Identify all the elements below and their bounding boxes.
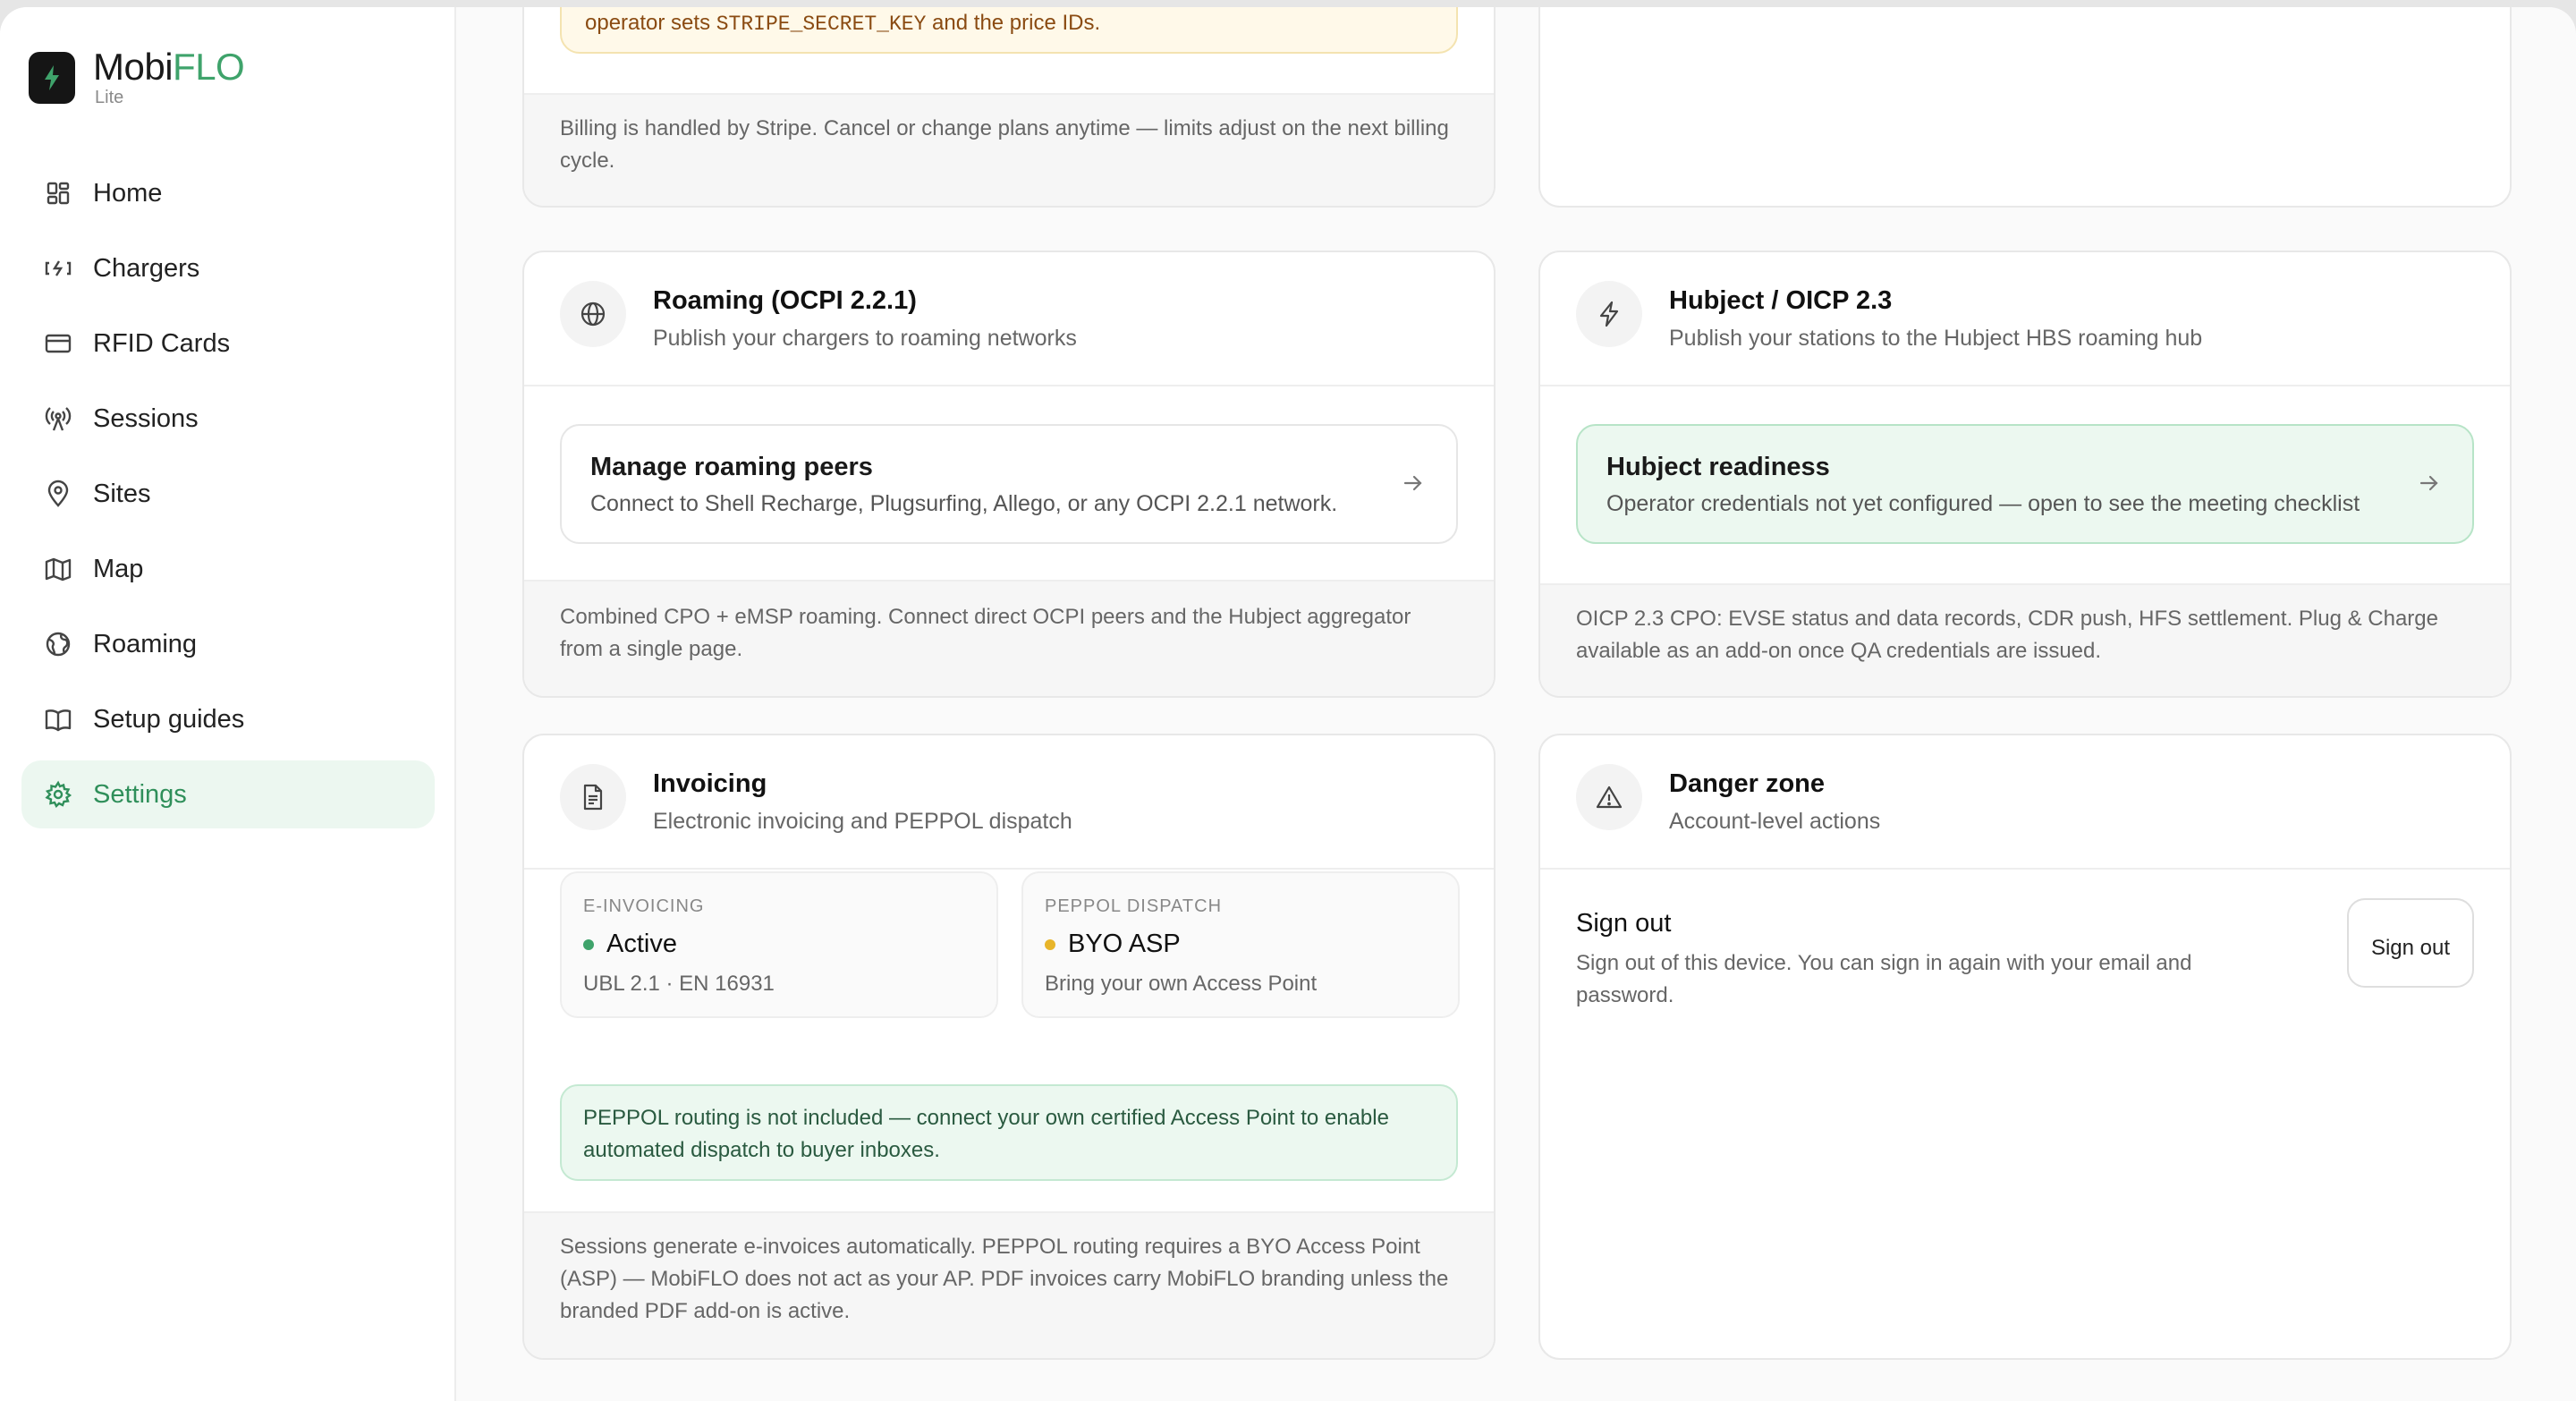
hubject-title: Hubject / OICP 2.3 <box>1669 286 1893 315</box>
sign-out-description: Sign out of this device. You can sign in… <box>1576 951 2192 1007</box>
invoicing-card: Invoicing Electronic invoicing and PEPPO… <box>522 734 1496 1360</box>
hubject-readiness-link[interactable]: Hubject readiness Operator credentials n… <box>1576 424 2474 544</box>
sidebar-item-roaming[interactable]: Roaming <box>21 610 435 678</box>
sidebar-item-setup-guides[interactable]: Setup guides <box>21 685 435 753</box>
warning-icon <box>1576 764 1642 830</box>
sidebar-item-rfid-cards[interactable]: RFID Cards <box>21 310 435 378</box>
brand-name: MobiFLO <box>93 46 245 88</box>
globe-icon <box>41 627 75 661</box>
link-title: Hubject readiness <box>1606 453 1830 481</box>
peppol-sub: Bring your own Access Point <box>1045 972 1318 996</box>
sign-out-title: Sign out <box>1576 909 1672 938</box>
hubject-header: Hubject / OICP 2.3 Publish your stations… <box>1540 252 2510 386</box>
bolt-icon <box>1576 281 1642 347</box>
stripe-config-note: operator sets STRIPE_SECRET_KEY and the … <box>560 7 1458 54</box>
brand[interactable]: MobiFLO Lite <box>29 45 245 108</box>
arrow-right-icon <box>1401 471 1426 500</box>
invoicing-header: Invoicing Electronic invoicing and PEPPO… <box>524 735 1494 870</box>
sidebar-item-sessions[interactable]: Sessions <box>21 385 435 453</box>
link-subtitle: Operator credentials not yet configured … <box>1606 491 2360 516</box>
hubject-subtitle: Publish your stations to the Hubject HBS… <box>1669 326 2203 351</box>
danger-zone-title: Danger zone <box>1669 769 1826 798</box>
arrow-right-icon <box>2417 471 2442 500</box>
e-invoicing-label: E-INVOICING <box>583 896 705 916</box>
sidebar-item-label: Sites <box>93 479 151 508</box>
broadcast-icon <box>41 402 75 436</box>
sidebar-item-settings[interactable]: Settings <box>21 760 435 828</box>
peppol-label: PEPPOL DISPATCH <box>1045 896 1223 916</box>
peppol-notice: PEPPOL routing is not included — connect… <box>560 1084 1458 1181</box>
peppol-value: BYO ASP <box>1068 930 1181 958</box>
invoicing-title: Invoicing <box>653 769 767 798</box>
stripe-key-code: STRIPE_SECRET_KEY <box>716 13 927 36</box>
peppol-dispatch-status: PEPPOL DISPATCH BYO ASP Bring your own A… <box>1021 871 1460 1018</box>
link-subtitle: Connect to Shell Recharge, Plugsurfing, … <box>590 491 1338 516</box>
sidebar-item-label: Home <box>93 178 163 208</box>
e-invoicing-standard: UBL 2.1 · EN 16931 <box>583 972 775 996</box>
charger-icon <box>41 251 75 285</box>
sign-out-button[interactable]: Sign out <box>2347 898 2474 988</box>
dashboard-icon <box>41 176 75 210</box>
danger-zone-subtitle: Account-level actions <box>1669 809 1881 834</box>
map-icon <box>41 552 75 586</box>
roaming-subtitle: Publish your chargers to roaming network… <box>653 326 1077 351</box>
sign-out-row: Sign out Sign out of this device. You ca… <box>1576 898 2474 1012</box>
roaming-card: Roaming (OCPI 2.2.1) Publish your charge… <box>522 250 1496 698</box>
sidebar-item-sites[interactable]: Sites <box>21 460 435 528</box>
sidebar-item-map[interactable]: Map <box>21 535 435 603</box>
brand-tier: Lite <box>95 88 124 107</box>
document-icon <box>560 764 626 830</box>
billing-card: operator sets STRIPE_SECRET_KEY and the … <box>522 7 1496 208</box>
roaming-footer: Combined CPO + eMSP roaming. Connect dir… <box>524 580 1494 696</box>
sidebar-item-label: Setup guides <box>93 704 245 734</box>
sidebar-item-home[interactable]: Home <box>21 159 435 227</box>
billing-footer: Billing is handled by Stripe. Cancel or … <box>524 93 1494 206</box>
sidebar-item-label: Settings <box>93 779 187 809</box>
invoicing-subtitle: Electronic invoicing and PEPPOL dispatch <box>653 809 1072 834</box>
manage-roaming-peers-link[interactable]: Manage roaming peers Connect to Shell Re… <box>560 424 1458 544</box>
logo-icon <box>29 52 75 104</box>
invoicing-footer: Sessions generate e-invoices automatical… <box>524 1211 1494 1358</box>
card-icon <box>41 327 75 361</box>
app-window: MobiFLO Lite Home Chargers RFID Cards Se… <box>0 7 2576 1401</box>
sidebar-item-label: Sessions <box>93 403 199 433</box>
sidebar-item-chargers[interactable]: Chargers <box>21 234 435 302</box>
hubject-card: Hubject / OICP 2.3 Publish your stations… <box>1538 250 2512 698</box>
sidebar-item-label: RFID Cards <box>93 328 231 358</box>
gear-icon <box>41 777 75 811</box>
danger-zone-card: Danger zone Account-level actions Sign o… <box>1538 734 2512 1360</box>
pin-icon <box>41 477 75 511</box>
e-invoicing-status: E-INVOICING Active UBL 2.1 · EN 16931 <box>560 871 998 1018</box>
sidebar: MobiFLO Lite Home Chargers RFID Cards Se… <box>0 7 456 1401</box>
globe-icon <box>560 281 626 347</box>
book-icon <box>41 702 75 736</box>
roaming-title: Roaming (OCPI 2.2.1) <box>653 286 917 315</box>
sidebar-item-label: Roaming <box>93 629 198 658</box>
sidebar-item-label: Map <box>93 554 144 583</box>
status-dot-warning <box>1045 938 1055 950</box>
link-title: Manage roaming peers <box>590 453 873 481</box>
danger-zone-header: Danger zone Account-level actions <box>1540 735 2510 870</box>
hubject-footer: OICP 2.3 CPO: EVSE status and data recor… <box>1540 583 2510 696</box>
e-invoicing-value: Active <box>606 930 677 958</box>
billing-side-card <box>1538 7 2512 208</box>
sidebar-item-label: Chargers <box>93 253 200 283</box>
roaming-header: Roaming (OCPI 2.2.1) Publish your charge… <box>524 252 1494 386</box>
sidebar-nav: Home Chargers RFID Cards Sessions Sites … <box>21 159 435 836</box>
status-dot-active <box>583 938 594 950</box>
